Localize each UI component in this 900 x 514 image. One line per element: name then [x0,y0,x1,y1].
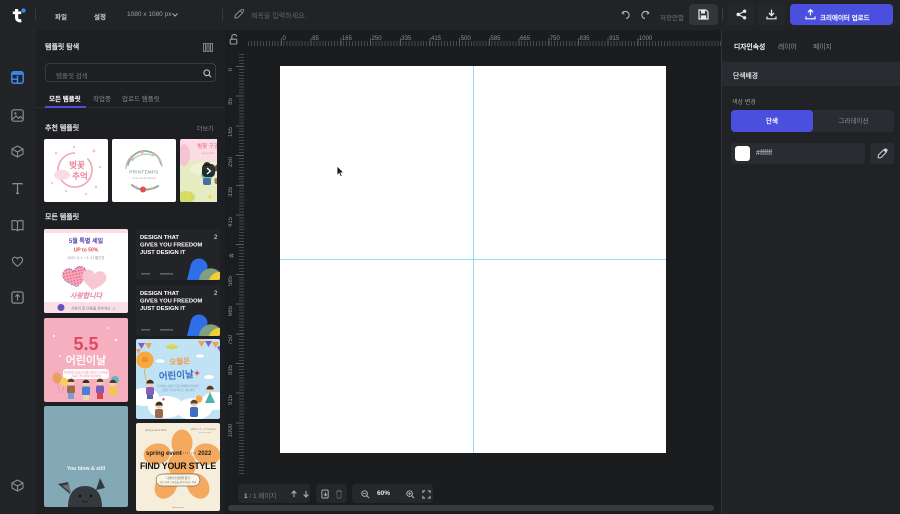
svg-text:오월은: 오월은 [169,355,190,366]
svg-text:find your style: find your style [199,431,212,434]
svg-text:5월 특별 세일: 5월 특별 세일 [69,237,104,245]
svg-text:어린이날: 어린이날 [66,353,106,367]
svg-text:GIVES YOU FREEDOM: GIVES YOU FREEDOM [140,243,203,249]
svg-text:spring event: spring event [172,506,184,509]
svg-text:사랑합니다: 사랑합니다 [70,292,104,300]
svg-text:2022. 5. 1 ~ 5. 31 할인전: 2022. 5. 1 ~ 5. 31 할인전 [68,255,105,260]
svg-text:spring event & 2022: spring event & 2022 [145,429,167,432]
svg-text:우리아이 사랑한 만큼 5월5일 어린이날: 우리아이 사랑한 만큼 5월5일 어린이날 [157,384,199,388]
svg-text:소중한 우리들의 어린이날: 소중한 우리들의 어린이날 [71,374,101,378]
svg-text:어린이날: 어린이날 [158,368,194,382]
svg-text:2: 2 [214,291,218,297]
svg-text:사랑의 말 마음을 전하세요 :-): 사랑의 말 마음을 전하세요 :-) [71,306,115,311]
svg-text:벚꽃: 벚꽃 [69,160,85,170]
svg-text:PRINTEMPS: PRINTEMPS [129,170,158,175]
svg-text:2: 2 [214,235,218,241]
svg-text:spring picnic: spring picnic [201,152,215,155]
svg-text:le temps des fleurs: le temps des fleurs [132,176,156,180]
svg-text:소중한 우리들의 어느 어린이날: 소중한 우리들의 어느 어린이날 [161,388,195,392]
svg-text:추억: 추억 [72,171,88,181]
svg-text:FIND YOUR STYLE: FIND YOUR STYLE [140,461,216,471]
svg-text:You blow & still: You blow & still [67,466,106,472]
svg-text:spring event: spring event [146,451,182,457]
svg-text:JUST DESIGN IT: JUST DESIGN IT [140,250,186,256]
svg-text:JUST DESIGN IT: JUST DESIGN IT [140,306,186,312]
svg-text:UP to 50%: UP to 50% [74,248,99,254]
svg-text:2022. 5. 1 ~ 5. 31 open: 2022. 5. 1 ~ 5. 31 open [191,428,216,431]
svg-text:GIVES YOU FREEDOM: GIVES YOU FREEDOM [140,298,203,304]
svg-text:나만의 스타일을 찾기: 나만의 스타일을 찾기 [167,476,191,480]
svg-text:DESIGN THAT: DESIGN THAT [140,291,179,297]
svg-text:5.5: 5.5 [73,334,98,354]
svg-text:DESIGN THAT: DESIGN THAT [140,235,179,241]
svg-text:당신 만의 스타일을 찾아 떠나는 여행: 당신 만의 스타일을 찾아 떠나는 여행 [160,480,196,484]
svg-text:벚꽃 구경: 벚꽃 구경 [197,142,217,150]
svg-text:2022: 2022 [198,451,212,457]
